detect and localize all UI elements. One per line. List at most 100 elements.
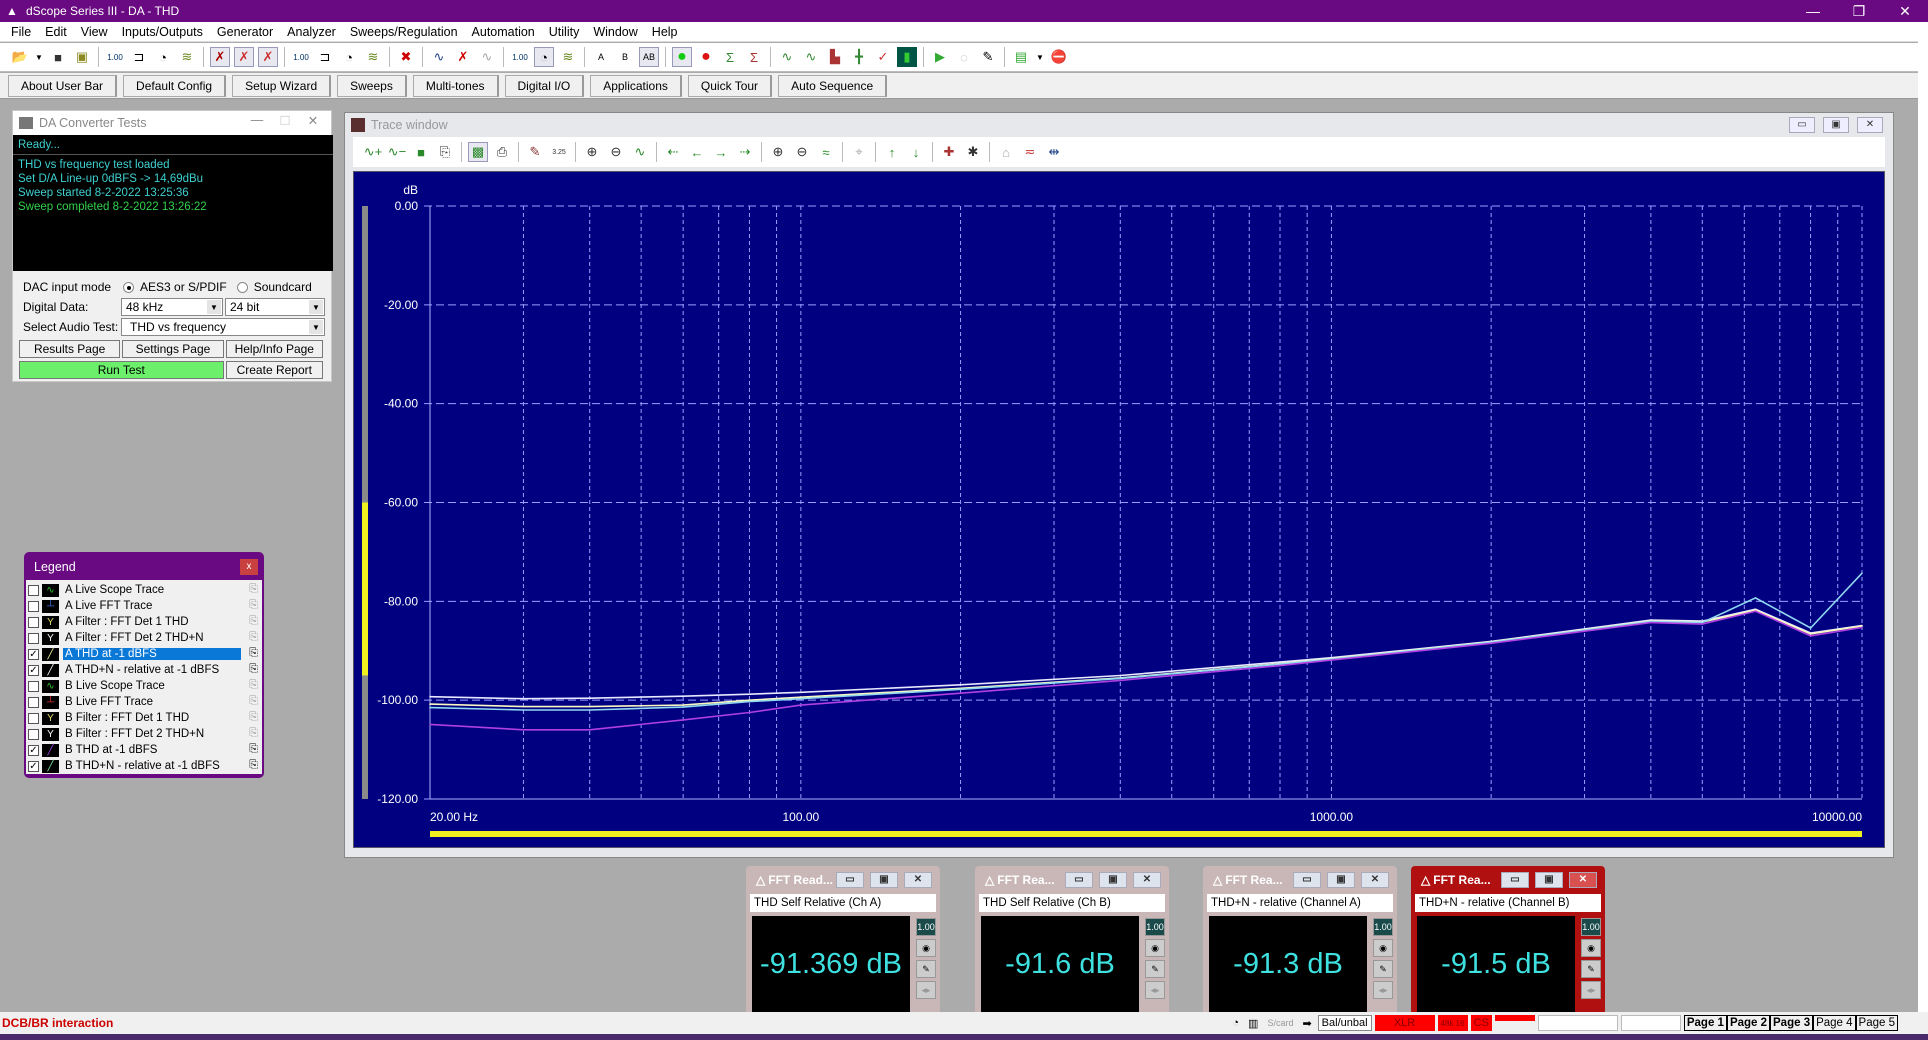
- dropdown-arrow-icon[interactable]: ▼: [1035, 47, 1045, 67]
- remove-trace-icon[interactable]: ∿−: [387, 142, 407, 162]
- dropdown-arrow-icon[interactable]: ▼: [34, 47, 44, 67]
- setup-wizard-button[interactable]: Setup Wizard: [232, 74, 332, 97]
- ac-gauge-icon[interactable]: ◔: [534, 47, 554, 67]
- run-script-icon[interactable]: ▶: [930, 47, 950, 67]
- input-spectrum-icon[interactable]: ≋: [363, 47, 383, 67]
- results-page-button[interactable]: Results Page: [19, 340, 121, 358]
- arrows-icon[interactable]: ◂▸: [1373, 981, 1393, 999]
- value-format-icon[interactable]: 1.00: [1373, 918, 1393, 936]
- detector-icon[interactable]: ◉: [1373, 939, 1393, 957]
- legend-checkbox[interactable]: [28, 728, 39, 740]
- sample-rate-select[interactable]: 48 kHz ▼: [120, 298, 223, 316]
- wave-arrow-icon[interactable]: ∿: [429, 47, 449, 67]
- copy-icon[interactable]: ⎘: [249, 727, 258, 740]
- legend-item[interactable]: ∿ A Live Scope Trace ⎘: [28, 582, 260, 598]
- copy-icon[interactable]: ⎘: [249, 695, 258, 708]
- help-info-page-button[interactable]: Help/Info Page: [225, 340, 323, 358]
- xlr-indicator[interactable]: XLR: [1374, 1015, 1435, 1031]
- menu-sweeps-regulation[interactable]: Sweeps/Regulation: [343, 25, 465, 39]
- fft-minimize-button[interactable]: ▭: [1501, 872, 1529, 888]
- legend-checkbox[interactable]: [28, 680, 39, 692]
- run-test-button[interactable]: Run Test: [19, 361, 224, 379]
- ac-spectrum-icon[interactable]: ≋: [558, 47, 578, 67]
- fft-restore-button[interactable]: ▣: [870, 872, 898, 888]
- legend-item[interactable]: ✓ ╱ A THD+N - relative at -1 dBFS ⎘: [28, 662, 260, 678]
- page-4-tab[interactable]: Page 4: [1813, 1015, 1856, 1031]
- quick-tour-button[interactable]: Quick Tour: [687, 74, 773, 97]
- bal-unbal-indicator[interactable]: Bal/unbal: [1317, 1015, 1372, 1031]
- trace-error-icon[interactable]: ✓: [873, 47, 893, 67]
- page-5-tab[interactable]: Page 5: [1855, 1015, 1898, 1031]
- copy-icon[interactable]: ⎘: [249, 663, 258, 676]
- legend-checkbox[interactable]: ✓: [28, 760, 39, 772]
- page-3-tab[interactable]: Page 3: [1770, 1015, 1814, 1031]
- menu-utility[interactable]: Utility: [542, 25, 587, 39]
- copy-icon[interactable]: ⎘: [249, 599, 258, 612]
- bit-depth-select[interactable]: 24 bit ▼: [224, 298, 325, 316]
- meter-status-icon[interactable]: ▥: [1245, 1015, 1261, 1031]
- sequence-stop-icon[interactable]: ⛔: [1049, 47, 1069, 67]
- about-user-bar-button[interactable]: About User Bar: [8, 74, 118, 97]
- digital-io-button[interactable]: Digital I/O: [504, 74, 585, 97]
- trace-marker-icon[interactable]: ╋: [849, 47, 869, 67]
- fft-close-button[interactable]: ✕: [1361, 872, 1389, 888]
- zoom-out-y-icon[interactable]: ⊖: [792, 142, 812, 162]
- autoscale-icon[interactable]: ∿: [630, 142, 650, 162]
- fft-close-button[interactable]: ✕: [1133, 872, 1161, 888]
- value-format-icon[interactable]: 1.00: [916, 918, 936, 936]
- zoom-out-x-icon[interactable]: ⊖: [606, 142, 626, 162]
- sweep-sigma-icon[interactable]: Σ: [720, 47, 740, 67]
- da-close-button[interactable]: ✕: [299, 113, 327, 128]
- stop-all-icon[interactable]: ✖: [396, 47, 416, 67]
- mode-aes3-radio[interactable]: AES3 or S/PDIF: [123, 280, 227, 294]
- legend-item[interactable]: ✓ ╱ B THD+N - relative at -1 dBFS ⎘: [28, 758, 260, 774]
- menu-view[interactable]: View: [74, 25, 115, 39]
- legend-checkbox[interactable]: [28, 696, 39, 708]
- script-disabled-icon[interactable]: ◌: [954, 47, 974, 67]
- copy-icon[interactable]: ⎘: [249, 679, 258, 692]
- edit-settings-icon[interactable]: ✎: [916, 960, 936, 978]
- audio-test-select[interactable]: THD vs frequency ▼: [120, 318, 325, 336]
- gauge-status-icon[interactable]: ◔: [1229, 1015, 1242, 1031]
- copy-icon[interactable]: ⎘: [249, 615, 258, 628]
- copy-icon[interactable]: ⎘: [249, 711, 258, 724]
- soundcard-indicator[interactable]: S/card: [1264, 1015, 1296, 1031]
- scroll-down-icon[interactable]: ↓: [906, 142, 926, 162]
- copy-icon[interactable]: ⎘: [249, 631, 258, 644]
- sequence-run-icon[interactable]: ▤: [1011, 47, 1031, 67]
- da-maximize-button[interactable]: ☐: [271, 113, 299, 128]
- fft-restore-button[interactable]: ▣: [1099, 872, 1127, 888]
- legend-checkbox[interactable]: [28, 584, 39, 596]
- trace-1-icon[interactable]: ∿: [777, 47, 797, 67]
- value-format-icon[interactable]: 1.00: [1145, 918, 1165, 936]
- legend-item[interactable]: ┴ A Live FFT Trace ⎘: [28, 598, 260, 614]
- edit-settings-icon[interactable]: ✎: [1581, 960, 1601, 978]
- legend-item[interactable]: Y A Filter : FFT Det 1 THD ⎘: [28, 614, 260, 630]
- legend-item[interactable]: ┴ B Live FFT Trace ⎘: [28, 694, 260, 710]
- edit-settings-icon[interactable]: ✎: [1373, 960, 1393, 978]
- fft-restore-button[interactable]: ▣: [1327, 872, 1355, 888]
- save-as-icon[interactable]: ▣: [72, 47, 92, 67]
- go-green-icon[interactable]: ●: [672, 47, 692, 67]
- detector-icon[interactable]: ◉: [1581, 939, 1601, 957]
- output-spectrum-icon[interactable]: ≋: [177, 47, 197, 67]
- legend-checkbox[interactable]: [28, 632, 39, 644]
- legend-checkbox[interactable]: [28, 712, 39, 724]
- auto-sequence-button[interactable]: Auto Sequence: [778, 74, 888, 97]
- copy-icon[interactable]: ⎘: [249, 759, 258, 772]
- da-minimize-button[interactable]: —: [243, 113, 271, 127]
- save-trace-icon[interactable]: ■: [411, 142, 431, 162]
- scroll-up-icon[interactable]: ↑: [882, 142, 902, 162]
- legend-item[interactable]: Y B Filter : FFT Det 1 THD ⎘: [28, 710, 260, 726]
- minimize-button[interactable]: —: [1790, 0, 1836, 22]
- add-trace-icon[interactable]: ∿+: [363, 142, 383, 162]
- legend-item[interactable]: Y A Filter : FFT Det 2 THD+N ⎘: [28, 630, 260, 646]
- pan-left-icon[interactable]: ⇠: [663, 142, 683, 162]
- stop-red-icon[interactable]: ●: [696, 47, 716, 67]
- marker-value-icon[interactable]: ✚: [939, 142, 959, 162]
- pan-right-step-icon[interactable]: →: [711, 142, 731, 162]
- menu-inputs-outputs[interactable]: Inputs/Outputs: [115, 25, 210, 39]
- trace-values-icon[interactable]: 3.25: [549, 142, 569, 162]
- menu-edit[interactable]: Edit: [38, 25, 74, 39]
- marker-delete-icon[interactable]: ✱: [963, 142, 983, 162]
